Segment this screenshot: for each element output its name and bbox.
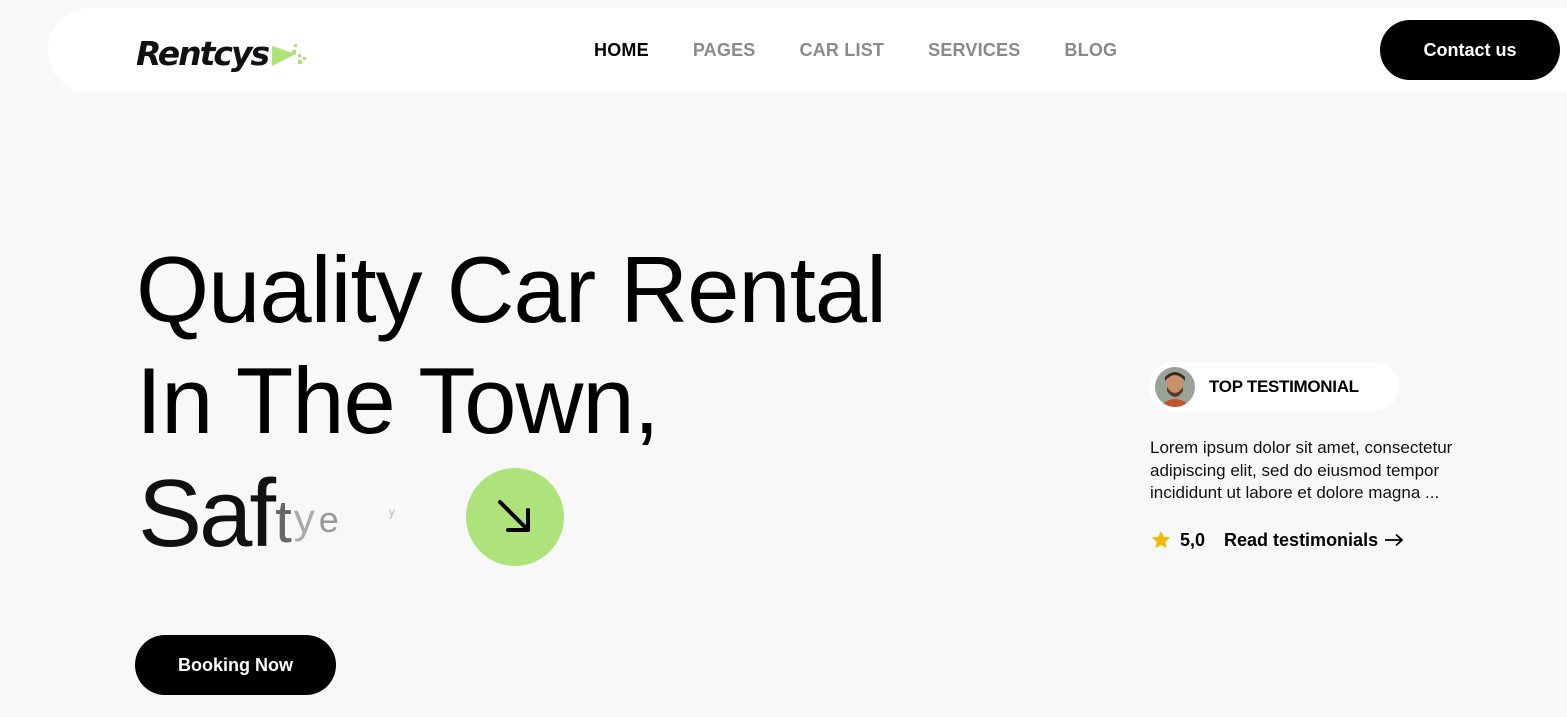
nav-item-pages[interactable]: PAGES <box>693 40 756 61</box>
hero-animated-word: Saf <box>138 460 276 567</box>
testimonial-text: Lorem ipsum dolor sit amet, consectetur … <box>1150 438 1453 502</box>
top-testimonial-badge: TOP TESTIMONIAL <box>1149 362 1399 411</box>
nav-item-home[interactable]: HOME <box>594 40 649 61</box>
nav-item-blog[interactable]: BLOG <box>1064 40 1117 61</box>
booking-now-button[interactable]: Booking Now <box>135 635 336 695</box>
arrow-down-right-icon <box>498 500 530 532</box>
testimonial-badge-label: TOP TESTIMONIAL <box>1209 376 1359 396</box>
arrow-right-icon <box>1384 533 1404 547</box>
hero-animated-letter: y <box>388 505 395 519</box>
hero-title-line-1: Quality Car Rental <box>136 237 887 342</box>
nav-item-car-list[interactable]: CAR LIST <box>800 40 885 61</box>
hero-title-line-3: Saf t y e y <box>138 462 395 562</box>
logo[interactable]: Rentcys <box>136 30 308 76</box>
hero-animated-letter: e <box>318 499 339 540</box>
hero-arrow-button[interactable] <box>466 468 564 566</box>
avatar <box>1155 366 1195 407</box>
rating-value: 5,0 <box>1180 529 1206 550</box>
rating-row: 5,0 Read testimonials <box>1150 528 1404 552</box>
logo-text: Rentcys <box>136 33 270 73</box>
read-testimonials-link[interactable]: Read testimonials <box>1224 530 1404 551</box>
read-testimonials-label: Read testimonials <box>1224 529 1379 550</box>
contact-us-button[interactable]: Contact us <box>1380 20 1560 80</box>
hero-animated-letter: y <box>293 495 315 542</box>
nav-item-services[interactable]: SERVICES <box>928 40 1020 61</box>
logo-speed-icon <box>272 44 307 66</box>
star-icon <box>1150 529 1172 551</box>
hero-animated-letter: t <box>275 488 292 555</box>
hero-title-line-2: In The Town, <box>136 348 660 453</box>
main-nav: HOME PAGES CAR LIST SERVICES BLOG <box>594 40 1161 61</box>
